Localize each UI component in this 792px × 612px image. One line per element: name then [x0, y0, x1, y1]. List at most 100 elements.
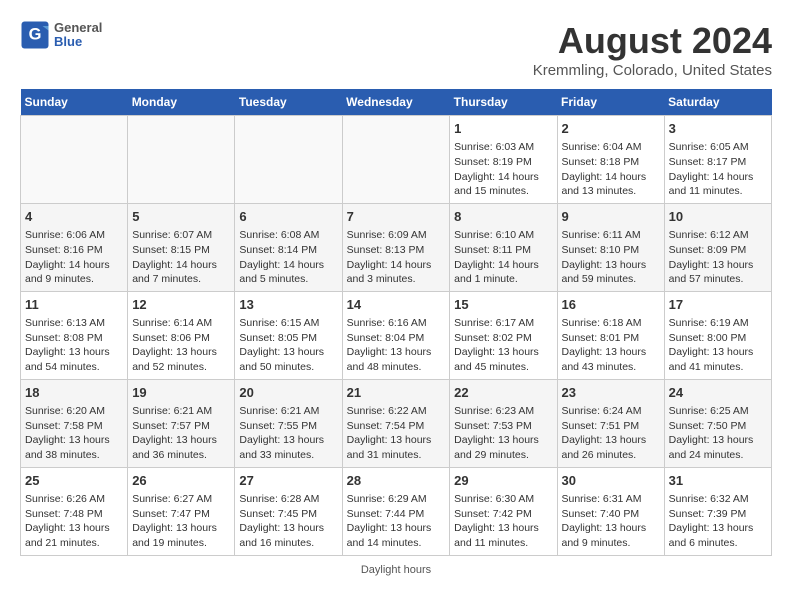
- day-number: 15: [454, 296, 552, 314]
- day-number: 29: [454, 472, 552, 490]
- day-number: 28: [347, 472, 446, 490]
- calendar-cell: 1 Sunrise: 6:03 AM Sunset: 8:19 PM Daylig…: [450, 116, 557, 204]
- week-row-1: 1 Sunrise: 6:03 AM Sunset: 8:19 PM Daylig…: [21, 116, 772, 204]
- calendar-cell: 3 Sunrise: 6:05 AM Sunset: 8:17 PM Daylig…: [664, 116, 771, 204]
- day-info: Sunrise: 6:11 AM Sunset: 8:10 PM Dayligh…: [562, 228, 660, 287]
- calendar-cell: [21, 116, 128, 204]
- day-info: Sunrise: 6:09 AM Sunset: 8:13 PM Dayligh…: [347, 228, 446, 287]
- header: G General Blue August 2024 Kremmling, Co…: [20, 20, 772, 79]
- day-header-sunday: Sunday: [21, 89, 128, 116]
- calendar-cell: 29 Sunrise: 6:30 AM Sunset: 7:42 PM Dayli…: [450, 467, 557, 555]
- day-info: Sunrise: 6:26 AM Sunset: 7:48 PM Dayligh…: [25, 492, 123, 551]
- calendar-cell: 23 Sunrise: 6:24 AM Sunset: 7:51 PM Dayli…: [557, 379, 664, 467]
- day-info: Sunrise: 6:17 AM Sunset: 8:02 PM Dayligh…: [454, 316, 552, 375]
- calendar-cell: 30 Sunrise: 6:31 AM Sunset: 7:40 PM Dayli…: [557, 467, 664, 555]
- day-number: 6: [239, 208, 337, 226]
- calendar-cell: 24 Sunrise: 6:25 AM Sunset: 7:50 PM Dayli…: [664, 379, 771, 467]
- calendar-cell: 12Sunrise: 6:14 AM Sunset: 8:06 PM Dayli…: [128, 291, 235, 379]
- day-info: Sunrise: 6:12 AM Sunset: 8:09 PM Dayligh…: [669, 228, 767, 287]
- day-number: 1: [454, 120, 552, 138]
- day-info: Sunrise: 6:04 AM Sunset: 8:18 PM Dayligh…: [562, 140, 660, 199]
- day-number: 7: [347, 208, 446, 226]
- day-number: 31: [669, 472, 767, 490]
- day-info: Sunrise: 6:25 AM Sunset: 7:50 PM Dayligh…: [669, 404, 767, 463]
- footer: Daylight hours: [20, 564, 772, 576]
- calendar-cell: 21Sunrise: 6:22 AM Sunset: 7:54 PM Dayli…: [342, 379, 450, 467]
- day-number: 5: [132, 208, 230, 226]
- day-number: 14: [347, 296, 446, 314]
- calendar-cell: 5 Sunrise: 6:07 AM Sunset: 8:15 PM Daylig…: [128, 203, 235, 291]
- month-year: August 2024: [533, 20, 772, 62]
- day-info: Sunrise: 6:29 AM Sunset: 7:44 PM Dayligh…: [347, 492, 446, 551]
- day-info: Sunrise: 6:32 AM Sunset: 7:39 PM Dayligh…: [669, 492, 767, 551]
- calendar-cell: 18Sunrise: 6:20 AM Sunset: 7:58 PM Dayli…: [21, 379, 128, 467]
- calendar-cell: 14 Sunrise: 6:16 AM Sunset: 8:04 PM Dayli…: [342, 291, 450, 379]
- calendar-cell: 9 Sunrise: 6:11 AM Sunset: 8:10 PM Daylig…: [557, 203, 664, 291]
- calendar-cell: 26Sunrise: 6:27 AM Sunset: 7:47 PM Dayli…: [128, 467, 235, 555]
- day-info: Sunrise: 6:24 AM Sunset: 7:51 PM Dayligh…: [562, 404, 660, 463]
- calendar-cell: 27Sunrise: 6:28 AM Sunset: 7:45 PM Dayli…: [235, 467, 342, 555]
- day-info: Sunrise: 6:18 AM Sunset: 8:01 PM Dayligh…: [562, 316, 660, 375]
- calendar-cell: 6 Sunrise: 6:08 AM Sunset: 8:14 PM Daylig…: [235, 203, 342, 291]
- calendar-cell: 28 Sunrise: 6:29 AM Sunset: 7:44 PM Dayli…: [342, 467, 450, 555]
- day-number: 11: [25, 296, 123, 314]
- calendar-cell: 13 Sunrise: 6:15 AM Sunset: 8:05 PM Dayli…: [235, 291, 342, 379]
- day-info: Sunrise: 6:15 AM Sunset: 8:05 PM Dayligh…: [239, 316, 337, 375]
- day-header-tuesday: Tuesday: [235, 89, 342, 116]
- day-info: Sunrise: 6:13 AM Sunset: 8:08 PM Dayligh…: [25, 316, 123, 375]
- day-info: Sunrise: 6:08 AM Sunset: 8:14 PM Dayligh…: [239, 228, 337, 287]
- daylight-label: Daylight hours: [361, 564, 431, 576]
- logo-icon: G: [20, 20, 50, 50]
- calendar-cell: 19 Sunrise: 6:21 AM Sunset: 7:57 PM Dayli…: [128, 379, 235, 467]
- calendar-cell: 17Sunrise: 6:19 AM Sunset: 8:00 PM Dayli…: [664, 291, 771, 379]
- location: Kremmling, Colorado, United States: [533, 62, 772, 79]
- day-info: Sunrise: 6:06 AM Sunset: 8:16 PM Dayligh…: [25, 228, 123, 287]
- calendar-cell: 10 Sunrise: 6:12 AM Sunset: 8:09 PM Dayli…: [664, 203, 771, 291]
- calendar-cell: 7 Sunrise: 6:09 AM Sunset: 8:13 PM Daylig…: [342, 203, 450, 291]
- day-number: 19: [132, 384, 230, 402]
- day-number: 10: [669, 208, 767, 226]
- day-number: 24: [669, 384, 767, 402]
- calendar-cell: 22Sunrise: 6:23 AM Sunset: 7:53 PM Dayli…: [450, 379, 557, 467]
- calendar-cell: 11 Sunrise: 6:13 AM Sunset: 8:08 PM Dayli…: [21, 291, 128, 379]
- day-header-friday: Friday: [557, 89, 664, 116]
- day-number: 30: [562, 472, 660, 490]
- day-header-saturday: Saturday: [664, 89, 771, 116]
- calendar-cell: 4 Sunrise: 6:06 AM Sunset: 8:16 PM Daylig…: [21, 203, 128, 291]
- day-number: 3: [669, 120, 767, 138]
- day-info: Sunrise: 6:05 AM Sunset: 8:17 PM Dayligh…: [669, 140, 767, 199]
- calendar-cell: 16 Sunrise: 6:18 AM Sunset: 8:01 PM Dayli…: [557, 291, 664, 379]
- day-number: 20: [239, 384, 337, 402]
- day-number: 23: [562, 384, 660, 402]
- logo-blue: Blue: [54, 35, 102, 49]
- day-number: 18: [25, 384, 123, 402]
- svg-text:G: G: [29, 26, 42, 44]
- day-info: Sunrise: 6:03 AM Sunset: 8:19 PM Dayligh…: [454, 140, 552, 199]
- week-row-2: 4 Sunrise: 6:06 AM Sunset: 8:16 PM Daylig…: [21, 203, 772, 291]
- day-info: Sunrise: 6:21 AM Sunset: 7:57 PM Dayligh…: [132, 404, 230, 463]
- day-info: Sunrise: 6:19 AM Sunset: 8:00 PM Dayligh…: [669, 316, 767, 375]
- day-info: Sunrise: 6:27 AM Sunset: 7:47 PM Dayligh…: [132, 492, 230, 551]
- day-info: Sunrise: 6:31 AM Sunset: 7:40 PM Dayligh…: [562, 492, 660, 551]
- calendar-cell: [235, 116, 342, 204]
- day-number: 2: [562, 120, 660, 138]
- day-number: 16: [562, 296, 660, 314]
- logo-general: General: [54, 21, 102, 35]
- logo: G General Blue: [20, 20, 102, 50]
- day-number: 13: [239, 296, 337, 314]
- day-number: 4: [25, 208, 123, 226]
- day-info: Sunrise: 6:07 AM Sunset: 8:15 PM Dayligh…: [132, 228, 230, 287]
- day-number: 9: [562, 208, 660, 226]
- day-info: Sunrise: 6:22 AM Sunset: 7:54 PM Dayligh…: [347, 404, 446, 463]
- calendar-cell: [342, 116, 450, 204]
- calendar-cell: 20Sunrise: 6:21 AM Sunset: 7:55 PM Dayli…: [235, 379, 342, 467]
- day-header-wednesday: Wednesday: [342, 89, 450, 116]
- day-info: Sunrise: 6:16 AM Sunset: 8:04 PM Dayligh…: [347, 316, 446, 375]
- day-info: Sunrise: 6:30 AM Sunset: 7:42 PM Dayligh…: [454, 492, 552, 551]
- day-info: Sunrise: 6:28 AM Sunset: 7:45 PM Dayligh…: [239, 492, 337, 551]
- day-header-monday: Monday: [128, 89, 235, 116]
- calendar-cell: 2 Sunrise: 6:04 AM Sunset: 8:18 PM Daylig…: [557, 116, 664, 204]
- title-area: August 2024 Kremmling, Colorado, United …: [533, 20, 772, 79]
- calendar-cell: 31 Sunrise: 6:32 AM Sunset: 7:39 PM Dayli…: [664, 467, 771, 555]
- calendar-table: SundayMondayTuesdayWednesdayThursdayFrid…: [20, 89, 772, 556]
